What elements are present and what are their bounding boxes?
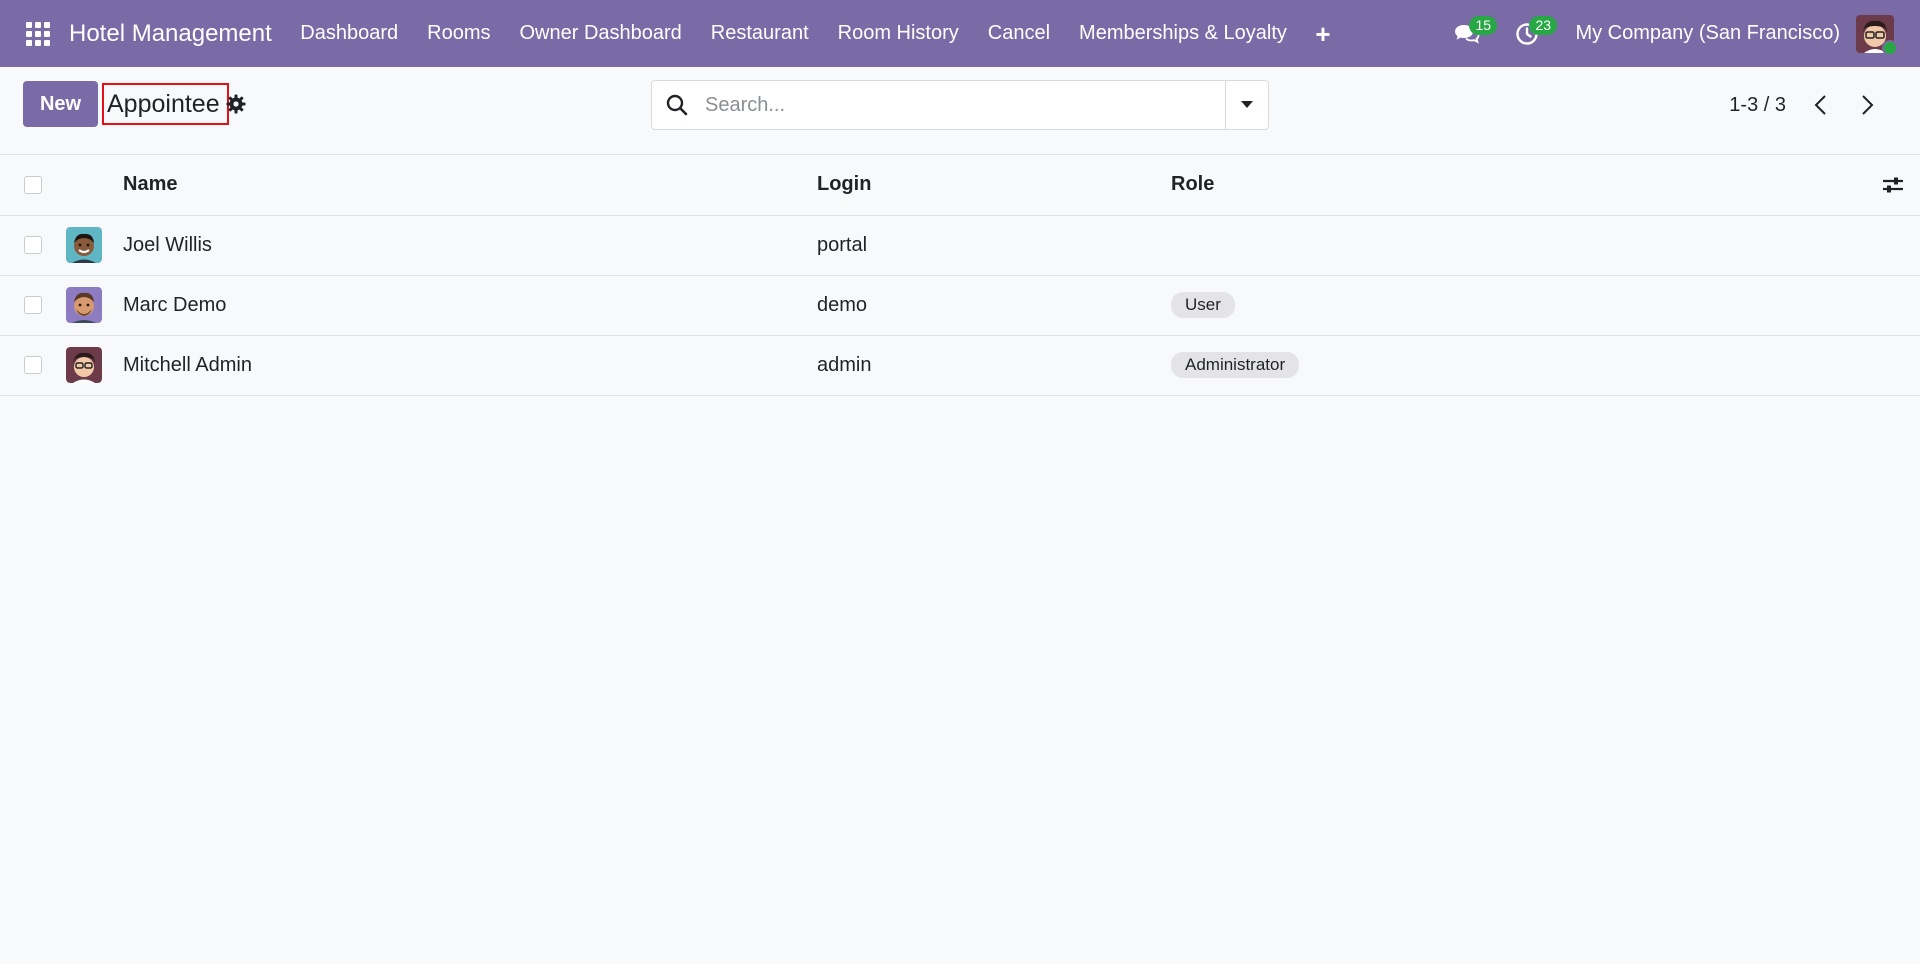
table-row[interactable]: Mitchell Admin admin Administrator xyxy=(0,335,1920,395)
optional-columns-toggle[interactable] xyxy=(1860,175,1920,195)
menu-dashboard[interactable]: Dashboard xyxy=(286,22,413,45)
menu-restaurant[interactable]: Restaurant xyxy=(696,22,823,45)
user-login: demo xyxy=(817,293,868,316)
row-select-cell xyxy=(0,215,66,275)
user-name: Marc Demo xyxy=(123,293,227,316)
user-login: admin xyxy=(817,353,872,376)
column-header-name[interactable]: Name xyxy=(123,155,817,215)
row-select-cell xyxy=(0,275,66,335)
users-list-table: Name Login Role Joel Willis portal Marc … xyxy=(0,155,1920,396)
user-role-cell: User xyxy=(1171,275,1860,335)
role-tag: Administrator xyxy=(1171,352,1300,378)
menu-cancel[interactable]: Cancel xyxy=(973,22,1064,45)
control-panel: New Appointee 1-3 / 3 xyxy=(0,67,1920,155)
plus-icon[interactable]: + xyxy=(1301,21,1344,47)
caret-down-icon xyxy=(1241,101,1253,108)
online-status-dot xyxy=(1882,39,1898,56)
chevron-right-icon xyxy=(1862,95,1874,115)
systray: 15 23 My Company (San Francisco) xyxy=(1437,0,1920,67)
pager-next-button[interactable] xyxy=(1856,93,1880,117)
gear-icon[interactable] xyxy=(226,94,246,114)
app-grid-icon[interactable] xyxy=(24,20,52,48)
avatar xyxy=(66,227,102,263)
sliders-icon xyxy=(1883,177,1903,193)
messages-count-badge: 15 xyxy=(1469,16,1498,35)
user-login: portal xyxy=(817,233,868,256)
avatar-cell xyxy=(66,335,123,395)
user-role-cell xyxy=(1171,215,1860,275)
pager: 1-3 / 3 xyxy=(1729,67,1920,143)
row-select-cell xyxy=(0,335,66,395)
search-icon xyxy=(666,94,688,116)
main-menu: Dashboard Rooms Owner Dashboard Restaura… xyxy=(286,21,1345,47)
column-header-login[interactable]: Login xyxy=(817,155,1171,215)
new-button[interactable]: New xyxy=(23,81,98,127)
row-checkbox[interactable] xyxy=(24,296,42,314)
pager-value[interactable]: 1-3 / 3 xyxy=(1729,94,1786,117)
optional-columns-cell xyxy=(1860,155,1920,215)
row-checkbox[interactable] xyxy=(24,236,42,254)
company-switcher[interactable]: My Company (San Francisco) xyxy=(1557,22,1856,45)
user-name: Joel Willis xyxy=(123,233,212,256)
avatar xyxy=(66,347,102,383)
menu-owner-dashboard[interactable]: Owner Dashboard xyxy=(505,22,696,45)
user-role-cell: Administrator xyxy=(1171,335,1860,395)
search-options-toggle[interactable] xyxy=(1225,81,1268,129)
avatar-cell xyxy=(66,275,123,335)
activities-count-badge: 23 xyxy=(1529,16,1558,35)
top-navbar: Hotel Management Dashboard Rooms Owner D… xyxy=(0,0,1920,67)
messages-button[interactable]: 15 xyxy=(1437,0,1498,67)
search-bar xyxy=(651,80,1269,130)
page-title: Appointee xyxy=(102,83,229,125)
table-row[interactable]: Marc Demo demo User xyxy=(0,275,1920,335)
activities-button[interactable]: 23 xyxy=(1497,0,1558,67)
avatar-cell xyxy=(66,215,123,275)
app-brand[interactable]: Hotel Management xyxy=(69,20,272,48)
user-avatar[interactable] xyxy=(1856,14,1898,56)
pager-previous-button[interactable] xyxy=(1808,93,1832,117)
user-name: Mitchell Admin xyxy=(123,353,252,376)
column-header-role[interactable]: Role xyxy=(1171,155,1860,215)
role-tag: User xyxy=(1171,292,1235,318)
menu-room-history[interactable]: Room History xyxy=(823,22,973,45)
select-all-cell xyxy=(0,155,66,215)
select-all-checkbox[interactable] xyxy=(24,175,42,194)
avatar xyxy=(66,287,102,323)
table-row[interactable]: Joel Willis portal xyxy=(0,215,1920,275)
menu-memberships-loyalty[interactable]: Memberships & Loyalty xyxy=(1065,22,1302,45)
table-header-row: Name Login Role xyxy=(0,155,1920,215)
search-input[interactable] xyxy=(703,80,1225,130)
menu-rooms[interactable]: Rooms xyxy=(413,22,505,45)
chevron-left-icon xyxy=(1814,95,1826,115)
avatar-header xyxy=(66,155,123,215)
row-checkbox[interactable] xyxy=(24,356,42,374)
